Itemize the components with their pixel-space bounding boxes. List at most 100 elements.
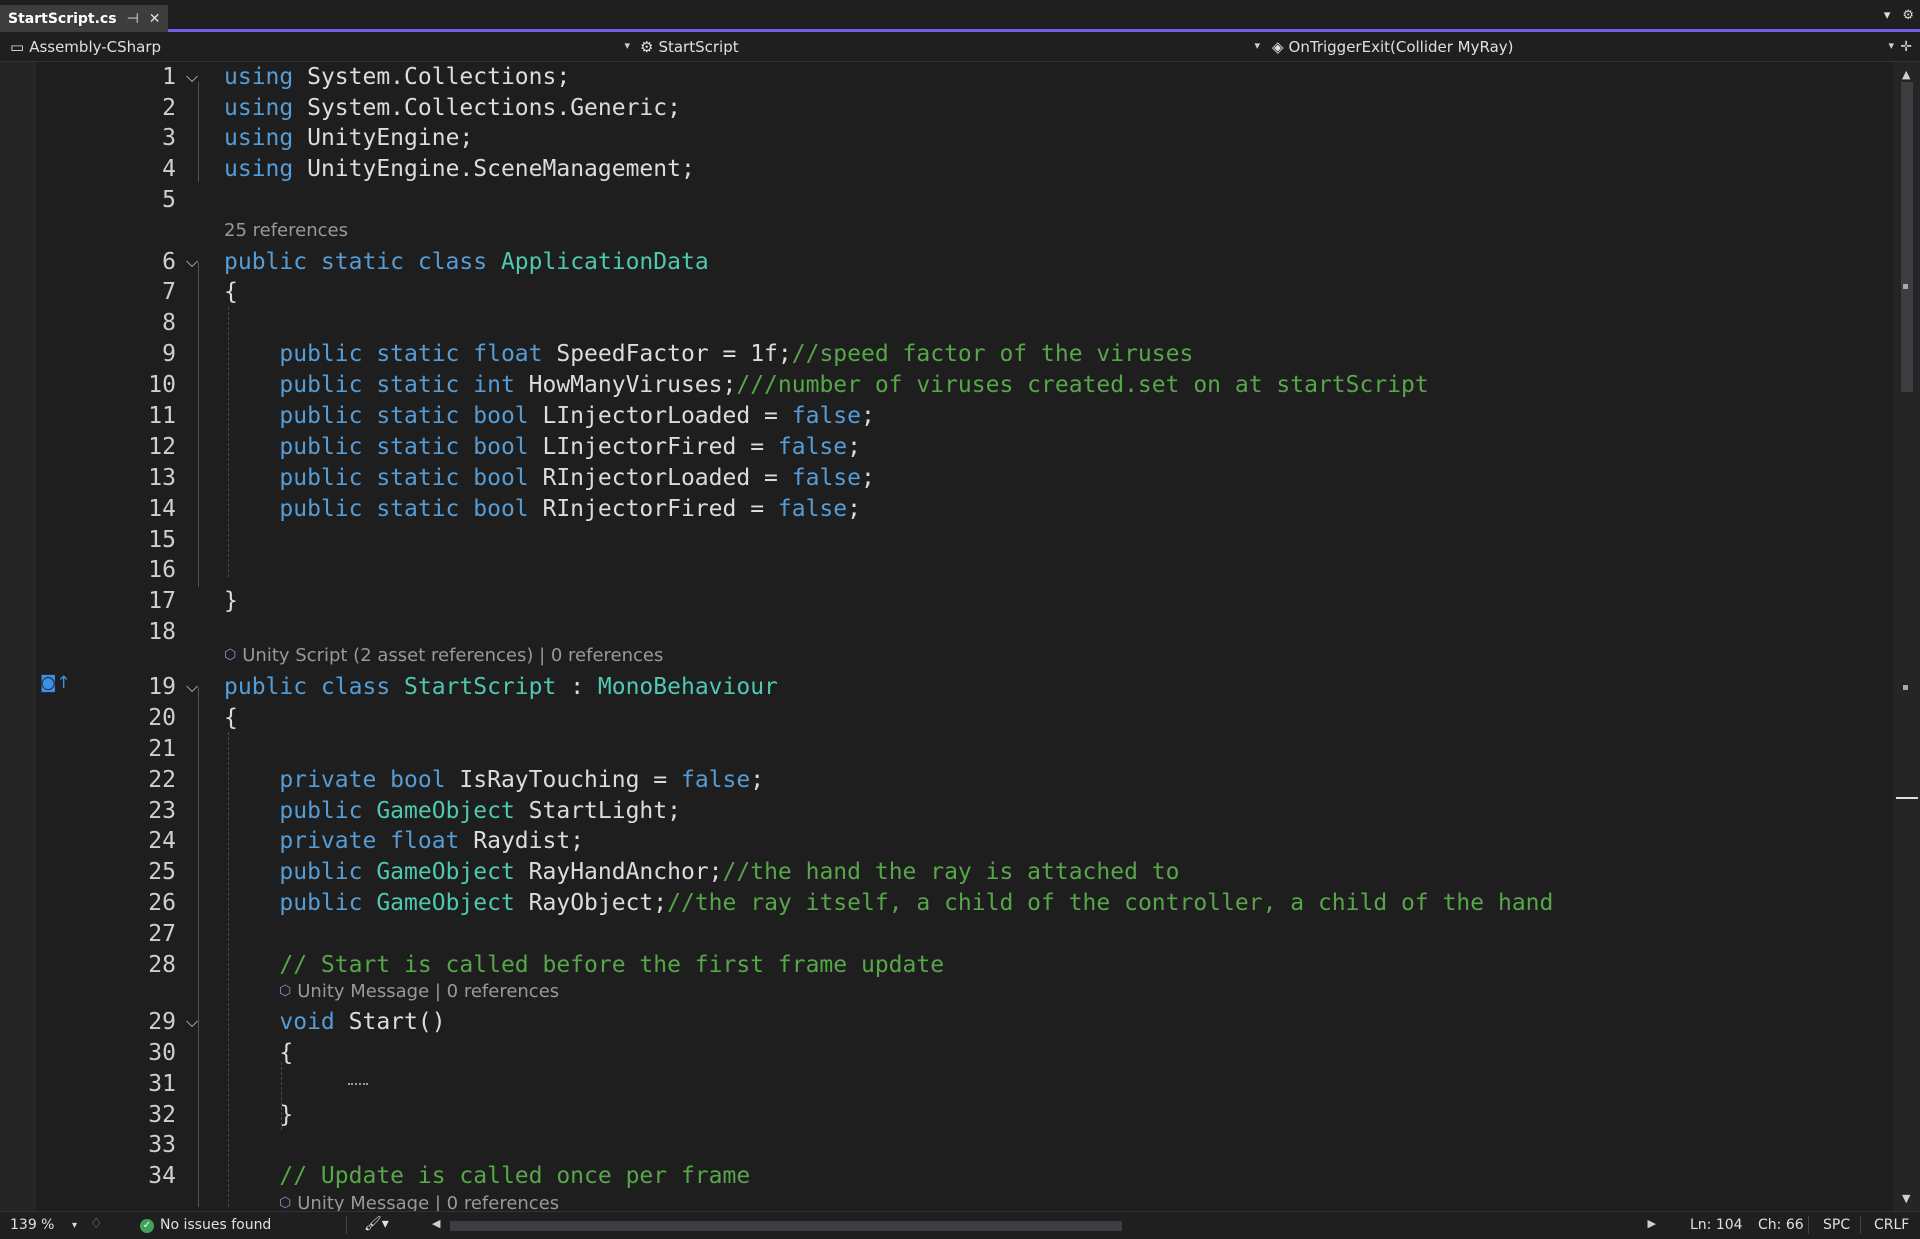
suggestion-squiggle <box>348 1083 368 1085</box>
code-editor[interactable]: ◙↑ 1 ⌵ using System.Collections; 2 using Sys… <box>0 62 1920 1211</box>
scroll-left-icon[interactable]: ◀ <box>432 1217 440 1230</box>
code-line[interactable]: 27 <box>36 919 1894 949</box>
issues-status[interactable]: No issues found <box>160 1217 271 1233</box>
collapse-chevron-icon[interactable]: ⌵ <box>186 247 198 277</box>
scroll-up-icon[interactable]: ▲ <box>1902 68 1910 81</box>
code-line[interactable]: 2 using System.Collections.Generic; <box>36 93 1894 123</box>
copilot-icon[interactable]: ♢ <box>90 1216 103 1232</box>
code-line[interactable]: 5 <box>36 185 1894 215</box>
line-ending-status[interactable]: CRLF <box>1874 1217 1909 1233</box>
code-line[interactable]: 24 private float Raydist; <box>36 826 1894 856</box>
scroll-right-icon[interactable]: ▶ <box>1648 1217 1656 1230</box>
line-number: 16 <box>148 557 176 583</box>
tab-title: StartScript.cs <box>8 10 117 27</box>
code-text: public static float SpeedFactor = 1f;//s… <box>279 341 1194 367</box>
cleanup-brush-icon[interactable]: 🖌▾ <box>364 1216 389 1232</box>
line-number: 7 <box>162 279 176 305</box>
horizontal-scrollbar[interactable]: ◀ ▶ <box>430 1217 1656 1232</box>
code-text: using System.Collections.Generic; <box>224 95 681 121</box>
code-line[interactable]: 32 } <box>36 1100 1894 1130</box>
line-number: 15 <box>148 527 176 553</box>
line-number: 32 <box>148 1102 176 1128</box>
code-line[interactable]: 14 public static bool RInjectorFired = f… <box>36 494 1894 524</box>
project-dropdown[interactable]: ▭ Assembly-CSharp ▾ <box>10 36 630 58</box>
code-line[interactable]: 34 // Update is called once per frame <box>36 1161 1894 1191</box>
code-line[interactable]: 6 ⌵ public static class ApplicationData <box>36 247 1894 277</box>
code-line[interactable]: 4 using UnityEngine.SceneManagement; <box>36 154 1894 184</box>
line-number: 20 <box>148 705 176 731</box>
code-line[interactable]: 26 public GameObject RayObject;//the ray… <box>36 888 1894 918</box>
zoom-level[interactable]: 139 % <box>10 1217 54 1233</box>
char-number-status[interactable]: Ch: 66 <box>1758 1217 1804 1233</box>
code-text: // Start is called before the first fram… <box>279 952 945 978</box>
member-name: OnTriggerExit(Collider MyRay) <box>1288 38 1514 56</box>
pin-icon[interactable]: ⊣ <box>127 11 139 27</box>
code-line[interactable]: 11 public static bool LInjectorLoaded = … <box>36 401 1894 431</box>
tab-startscript[interactable]: StartScript.cs ⊣ ✕ <box>0 5 168 32</box>
code-line[interactable]: 13 public static bool RInjectorLoaded = … <box>36 463 1894 493</box>
chevron-down-icon: ▾ <box>1254 39 1260 52</box>
collapse-chevron-icon[interactable]: ⌵ <box>186 1007 198 1037</box>
horizontal-scrollbar-thumb[interactable] <box>450 1221 1122 1231</box>
line-number-status[interactable]: Ln: 104 <box>1690 1217 1743 1233</box>
split-window-icon[interactable]: ✛ <box>1900 39 1912 55</box>
code-line[interactable]: 9 public static float SpeedFactor = 1f;/… <box>36 339 1894 369</box>
scrollbar-thumb[interactable] <box>1901 82 1913 392</box>
code-text: { <box>224 1040 294 1066</box>
indent-guide <box>228 307 229 577</box>
code-line[interactable]: 29 ⌵ void Start() <box>36 1007 1894 1037</box>
codelens-references[interactable]: ⬡ Unity Script (2 asset references) | 0 r… <box>224 644 663 666</box>
codelens-references[interactable]: 25 references <box>224 219 348 241</box>
code-text: public static bool LInjectorLoaded = fal… <box>279 403 875 429</box>
collapse-chevron-icon[interactable]: ⌵ <box>186 62 198 92</box>
code-line[interactable]: 30 { <box>36 1038 1894 1068</box>
code-line[interactable]: 33 <box>36 1130 1894 1160</box>
code-line[interactable]: 19 ⌵ public class StartScript : MonoBehavi… <box>36 672 1894 702</box>
code-line[interactable]: 12 public static bool LInjectorFired = f… <box>36 432 1894 462</box>
divider <box>1808 1216 1809 1234</box>
code-line[interactable]: 20 { <box>36 703 1894 733</box>
code-line[interactable]: 8 <box>36 308 1894 338</box>
member-dropdown[interactable]: ◈ OnTriggerExit(Collider MyRay) ▾ <box>1272 36 1894 58</box>
collapse-chevron-icon[interactable]: ⌵ <box>186 672 198 702</box>
code-area[interactable]: 1 ⌵ using System.Collections; 2 using System… <box>36 62 1894 1211</box>
editor-status-bar: 139 % ▾ ♢ ✓ No issues found 🖌▾ ◀ ▶ Ln: 1… <box>0 1211 1920 1239</box>
tab-list-dropdown-icon[interactable]: ▾ <box>1884 8 1891 23</box>
line-number: 4 <box>162 156 176 182</box>
indent-guide <box>198 687 199 1207</box>
code-line[interactable]: 21 <box>36 734 1894 764</box>
code-line[interactable]: 1 ⌵ using System.Collections; <box>36 62 1894 92</box>
code-line[interactable]: 3 using UnityEngine; <box>36 123 1894 153</box>
chevron-down-icon[interactable]: ▾ <box>72 1220 77 1231</box>
code-line[interactable]: 10 public static int HowManyViruses;///n… <box>36 370 1894 400</box>
project-name: Assembly-CSharp <box>29 38 162 56</box>
vertical-scrollbar[interactable]: ▲ ▼ <box>1894 62 1920 1211</box>
code-line[interactable]: 15 <box>36 525 1894 555</box>
close-icon[interactable]: ✕ <box>149 11 161 27</box>
code-line[interactable]: 28 // Start is called before the first f… <box>36 950 1894 980</box>
code-line[interactable]: 31 <box>36 1069 1894 1099</box>
codelens-references[interactable]: ⬡ Unity Message | 0 references <box>279 980 559 1002</box>
code-line[interactable]: 23 public GameObject StartLight; <box>36 796 1894 826</box>
chevron-down-icon: ▾ <box>1888 39 1894 52</box>
code-line[interactable]: 25 public GameObject RayHandAnchor;//the… <box>36 857 1894 887</box>
code-text: using System.Collections; <box>224 64 571 90</box>
code-line[interactable]: 7{ <box>36 277 1894 307</box>
whitespace-status[interactable]: SPC <box>1823 1217 1850 1233</box>
code-text: public static bool LInjectorFired = fals… <box>279 434 861 460</box>
code-line[interactable]: 22 private bool IsRayTouching = false; <box>36 765 1894 795</box>
code-line[interactable]: 16 <box>36 555 1894 585</box>
line-number: 23 <box>148 798 176 824</box>
class-dropdown[interactable]: ⚙ StartScript ▾ <box>640 36 1260 58</box>
unity-cube-icon: ⬡ <box>279 1195 292 1211</box>
indent-guide <box>281 1062 282 1130</box>
scroll-down-icon[interactable]: ▼ <box>1902 1192 1910 1205</box>
line-number: 19 <box>148 674 176 700</box>
line-number: 27 <box>148 921 176 947</box>
divider <box>346 1216 347 1234</box>
codelens-references[interactable]: ⬡ Unity Message | 0 references <box>279 1192 559 1212</box>
settings-gear-icon[interactable]: ⚙ <box>1902 8 1914 23</box>
code-line[interactable]: 17} <box>36 586 1894 616</box>
indicator-margin[interactable] <box>0 62 36 1211</box>
code-line[interactable]: 18 <box>36 617 1894 647</box>
